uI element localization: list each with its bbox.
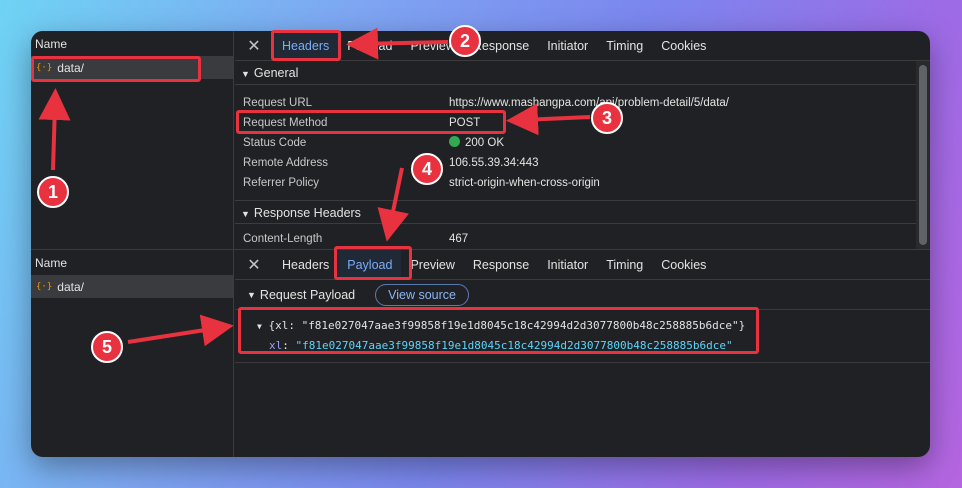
request-list: Name {·} data/ <box>31 31 234 249</box>
tab-response[interactable]: Response <box>464 250 538 280</box>
bottom-tabbar: ✕ Headers Payload Preview Response Initi… <box>235 249 930 280</box>
payload-key: xl <box>269 339 283 352</box>
tab-cookies[interactable]: Cookies <box>652 31 715 61</box>
header-key: Request URL <box>243 97 313 109</box>
general-section-header[interactable]: ▼ General <box>235 61 930 85</box>
header-value: POST <box>449 117 481 129</box>
header-value: https://www.mashangpa.com/api/problem-de… <box>449 97 729 109</box>
tab-preview[interactable]: Preview <box>401 250 463 280</box>
request-details: ✕ Headers Payload Preview Response Initi… <box>235 31 930 249</box>
scrollbar-thumb[interactable] <box>919 65 927 245</box>
close-icon[interactable]: ✕ <box>235 255 273 275</box>
payload-summary: {xl: "f81e027047aae3f99858f19e1d8045c18c… <box>268 319 746 332</box>
triangle-down-icon[interactable]: ▼ <box>247 290 256 300</box>
header-row: Request URL https://www.mashangpa.com/api… <box>235 93 930 113</box>
tab-preview[interactable]: Preview <box>401 31 463 61</box>
header-value: 200 OK <box>465 137 504 149</box>
general-title: General <box>253 66 299 80</box>
response-headers-section-header[interactable]: ▼ Response Headers <box>235 200 930 224</box>
name-column-header[interactable]: Name <box>31 250 233 276</box>
view-source-button[interactable]: View source <box>375 283 469 306</box>
request-list: Name {·} data/ <box>31 250 234 457</box>
header-row: Content-Length 467 <box>235 229 930 249</box>
header-key: Status Code <box>243 137 307 149</box>
request-name: data/ <box>57 280 84 294</box>
tab-payload[interactable]: Payload <box>338 249 402 280</box>
top-tabbar: ✕ Headers Payload Preview Response Initi… <box>235 31 930 61</box>
payload-value: "f81e027047aae3f99858f19e1d8045c18c42994… <box>295 339 733 352</box>
xhr-icon: {·} <box>36 282 53 292</box>
tab-payload[interactable]: Payload <box>338 31 401 61</box>
request-payload-title: Request Payload <box>259 287 356 302</box>
header-key: Content-Length <box>243 233 323 245</box>
payload-tree: ▼ {xl: "f81e027047aae3f99858f19e1d8045c1… <box>235 310 930 363</box>
header-key: Request Method <box>243 117 328 129</box>
name-column-header[interactable]: Name <box>31 31 233 57</box>
tab-response[interactable]: Response <box>464 31 538 61</box>
triangle-down-icon: ▼ <box>241 69 250 79</box>
triangle-down-icon: ▼ <box>257 322 262 331</box>
header-value: 467 <box>449 233 469 245</box>
response-headers-title: Response Headers <box>253 206 361 220</box>
close-icon[interactable]: ✕ <box>235 36 273 56</box>
bottom-network-pane: Name {·} data/ ✕ Headers Payload Preview… <box>31 249 930 457</box>
header-row: Status Code 200 OK <box>235 133 930 153</box>
request-row-data[interactable]: {·} data/ <box>31 276 233 298</box>
triangle-down-icon: ▼ <box>241 209 250 219</box>
header-key: Referrer Policy <box>243 177 320 189</box>
request-name: data/ <box>57 61 84 75</box>
payload-field-row[interactable]: xl: "f81e027047aae3f99858f19e1d8045c18c4… <box>257 336 930 356</box>
header-row: Remote Address 106.55.39.34:443 <box>235 153 930 173</box>
header-value: 106.55.39.34:443 <box>449 157 539 169</box>
tab-initiator[interactable]: Initiator <box>538 31 597 61</box>
xhr-icon: {·} <box>36 63 53 73</box>
tab-headers[interactable]: Headers <box>273 31 339 61</box>
request-details: ✕ Headers Payload Preview Response Initi… <box>235 249 930 457</box>
tab-headers[interactable]: Headers <box>273 250 338 280</box>
tab-timing[interactable]: Timing <box>597 31 652 61</box>
header-key: Remote Address <box>243 157 329 169</box>
request-payload-header: ▼ Request Payload View source <box>235 280 930 310</box>
request-row-data[interactable]: {·} data/ <box>31 57 233 79</box>
payload-summary-row[interactable]: ▼ {xl: "f81e027047aae3f99858f19e1d8045c1… <box>257 316 930 336</box>
tab-cookies[interactable]: Cookies <box>652 250 715 280</box>
header-row: Referrer Policy strict-origin-when-cross-… <box>235 173 930 193</box>
header-row: Request Method POST <box>235 113 930 133</box>
top-network-pane: Name {·} data/ ✕ Headers Payload Preview… <box>31 31 930 249</box>
tab-timing[interactable]: Timing <box>597 250 652 280</box>
header-value: strict-origin-when-cross-origin <box>449 177 600 189</box>
devtools-window: Name {·} data/ ✕ Headers Payload Preview… <box>31 31 930 457</box>
status-dot-icon <box>449 136 460 147</box>
tab-initiator[interactable]: Initiator <box>538 250 597 280</box>
